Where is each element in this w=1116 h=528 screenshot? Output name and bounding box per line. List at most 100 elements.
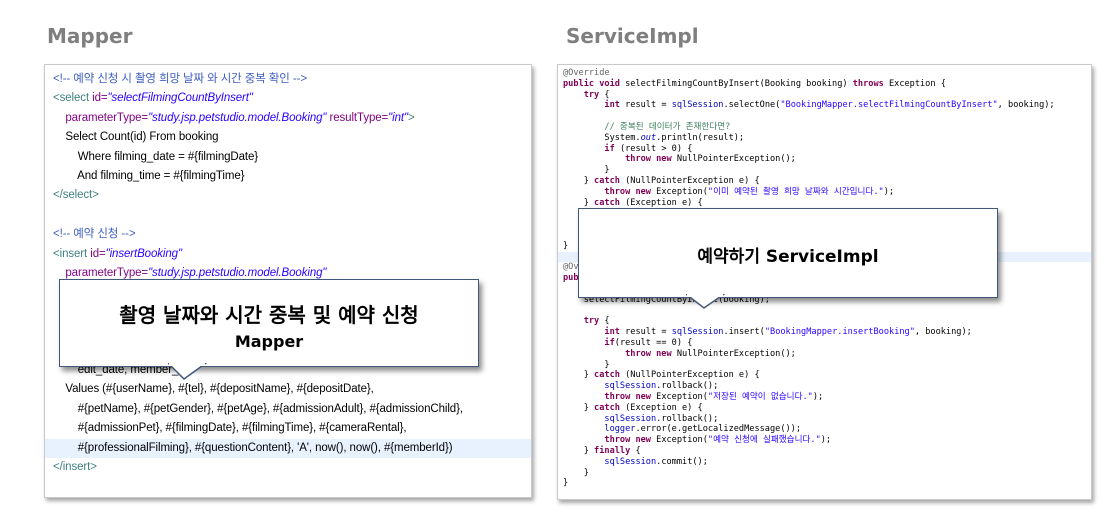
service-code-line: sqlSession.rollback(); bbox=[558, 414, 1091, 425]
mapper-code-line: Values (#{userName}, #{tel}, #{depositNa… bbox=[45, 380, 531, 400]
mapper-code-token: parameterType= bbox=[65, 111, 149, 124]
mapper-code-token: <!-- 예약 신청 시 촬영 희망 날짜 와 시간 중복 확인 --> bbox=[53, 73, 307, 85]
service-code-line: } bbox=[558, 165, 1091, 176]
service-code-token: "BookingMapper.insertBooking" bbox=[764, 327, 915, 338]
service-code-line: System.out.println(result); bbox=[558, 133, 1091, 144]
mapper-code-token: Where filming_date = #{filmingDate} bbox=[53, 150, 259, 163]
mapper-code-line: #{petName}, #{petGender}, #{petAge}, #{a… bbox=[45, 400, 531, 420]
service-code-token: throw new bbox=[625, 348, 677, 359]
service-code-token: { bbox=[635, 446, 641, 456]
service-code-token: , booking); bbox=[997, 100, 1055, 111]
service-code-line: } bbox=[558, 468, 1091, 479]
mapper-code-token: <select bbox=[53, 92, 93, 105]
service-code-token: NullPointerException(); bbox=[676, 154, 796, 165]
mapper-code-token bbox=[53, 267, 65, 279]
service-code-token: ); bbox=[812, 392, 824, 402]
service-code-token: throw new bbox=[625, 154, 677, 165]
service-code-token: } bbox=[563, 240, 569, 251]
serviceimpl-callout-title: 예약하기 ServiceImpl bbox=[697, 247, 879, 267]
service-code-token: sqlSession bbox=[671, 100, 724, 111]
service-code-line: } catch (NullPointerException e) { bbox=[558, 176, 1091, 187]
service-code-token: result = bbox=[625, 327, 672, 338]
service-code-token: .println(result); bbox=[656, 132, 745, 143]
service-code-token: "이미 예약된 촬영 희망 날짜와 시간입니다." bbox=[707, 186, 884, 197]
mapper-code-line: Select Count(id) From booking bbox=[45, 128, 531, 148]
service-code-token: "예약 신청에 실패했습니다." bbox=[707, 435, 821, 446]
service-code-line: int result = sqlSession.selectOne("Booki… bbox=[558, 100, 1091, 111]
mapper-callout: 촬영 날짜와 시간 중복 및 예약 신청 Mapper bbox=[59, 279, 479, 367]
service-code-token bbox=[563, 414, 604, 424]
service-code-token bbox=[563, 122, 604, 132]
mapper-code-token: #{petName}, #{petGender}, #{petAge}, #{a… bbox=[53, 402, 463, 415]
service-code-token: System. bbox=[563, 132, 641, 143]
service-code-token: Exception( bbox=[656, 186, 708, 197]
service-code-line: @Override bbox=[558, 68, 1091, 79]
service-code-token: } bbox=[563, 370, 595, 381]
service-code-line: throw new Exception("저장된 예약이 없습니다."); bbox=[558, 392, 1091, 403]
service-code-line: } bbox=[558, 360, 1091, 371]
service-code-token bbox=[563, 424, 604, 434]
mapper-code-token: #{admissionPet}, #{filmingDate}, #{filmi… bbox=[53, 422, 407, 435]
service-code-line: throw new Exception("예약 신청에 실패했습니다."); bbox=[558, 435, 1091, 446]
service-code-token: sqlSession bbox=[604, 456, 657, 467]
service-code-line: } finally { bbox=[558, 446, 1091, 457]
service-code-line: throw new NullPointerException(); bbox=[558, 154, 1091, 165]
service-code-token: catch bbox=[594, 176, 626, 186]
service-code-token bbox=[563, 187, 604, 197]
mapper-code-token: And filming_time = #{filmingTime} bbox=[53, 170, 245, 182]
service-code-token: result = bbox=[625, 100, 672, 111]
mapper-code-token: parameterType= bbox=[65, 267, 149, 279]
service-code-token bbox=[563, 327, 604, 337]
serviceimpl-callout-pointer bbox=[686, 294, 726, 309]
service-code-token: catch bbox=[594, 370, 626, 381]
service-code-token: } bbox=[563, 402, 595, 413]
service-code-token: Exception( bbox=[656, 435, 708, 446]
service-code-token: { bbox=[604, 316, 610, 327]
service-code-token: } bbox=[563, 165, 610, 176]
mapper-code-token: resultType= bbox=[326, 111, 389, 124]
service-code-token: .rollback(); bbox=[656, 413, 719, 424]
service-code-token bbox=[563, 338, 604, 348]
service-code-token: .commit(); bbox=[656, 456, 708, 467]
service-code-line: throw new Exception("이미 예약된 촬영 희망 날짜와 시간… bbox=[558, 187, 1091, 198]
mapper-code-token: "selectFilmingCountByInsert" bbox=[107, 92, 253, 105]
service-code-token: .rollback(); bbox=[656, 381, 719, 392]
service-code-token: @Override bbox=[563, 68, 610, 78]
service-code-token bbox=[563, 457, 604, 467]
mapper-code-line: <select id="selectFilmingCountByInsert" bbox=[45, 89, 531, 109]
service-code-token bbox=[563, 349, 625, 359]
service-code-token bbox=[563, 392, 604, 402]
service-code-token bbox=[563, 435, 604, 445]
service-code-line: sqlSession.rollback(); bbox=[558, 381, 1091, 392]
service-code-token: throw new bbox=[604, 435, 657, 446]
service-code-token: sqlSession bbox=[671, 327, 724, 338]
service-code-token: Exception { bbox=[888, 78, 946, 89]
service-code-line: } catch (Exception e) { bbox=[558, 403, 1091, 414]
service-code-line: try { bbox=[558, 316, 1091, 327]
mapper-code-token bbox=[53, 112, 65, 124]
service-code-token: if bbox=[604, 143, 620, 154]
service-code-token: if bbox=[604, 338, 615, 348]
mapper-code-token: </select> bbox=[53, 189, 99, 202]
service-code-token bbox=[563, 316, 584, 326]
mapper-code-token: "study.jsp.petstudio.model.Booking" bbox=[148, 111, 327, 124]
service-code-token: } bbox=[563, 446, 595, 456]
service-code-line: logger.error(e.getLocalizedMessage()); bbox=[558, 424, 1091, 435]
service-code-line bbox=[558, 111, 1091, 122]
service-code-token: logger bbox=[604, 424, 636, 435]
service-code-token: try bbox=[583, 89, 605, 100]
service-code-token: selectFilmingCountByInsert(Booking booki… bbox=[625, 78, 853, 89]
mapper-heading: Mapper bbox=[47, 24, 133, 48]
serviceimpl-callout: 예약하기 ServiceImpl bbox=[578, 208, 998, 298]
service-code-token bbox=[563, 90, 584, 100]
service-code-token: .selectOne( bbox=[723, 100, 781, 111]
service-code-token bbox=[563, 144, 604, 154]
service-code-token: , booking); bbox=[914, 327, 972, 338]
service-code-token: (Exception e) { bbox=[625, 197, 703, 208]
service-code-line: } catch (NullPointerException e) { bbox=[558, 370, 1091, 381]
service-code-token: NullPointerException(); bbox=[676, 348, 796, 359]
mapper-code-line: </insert> bbox=[45, 458, 531, 478]
service-code-token: .error(e.getLocalizedMessage()); bbox=[635, 424, 802, 435]
mapper-code-line: parameterType="study.jsp.petstudio.model… bbox=[45, 109, 531, 129]
mapper-code-token: > bbox=[407, 111, 415, 124]
